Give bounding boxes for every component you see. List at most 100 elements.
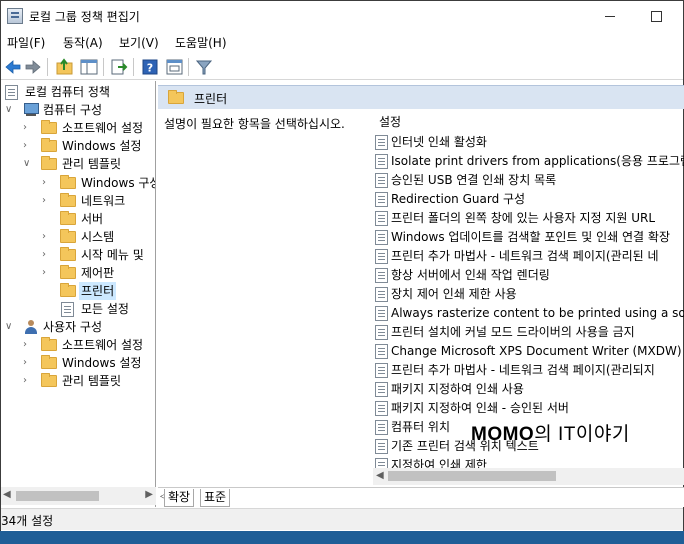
tree-label: 시작 메뉴 및 xyxy=(81,248,144,262)
list-item-text: 지정하여 인쇄 제한 xyxy=(391,458,487,468)
svg-text:?: ? xyxy=(147,62,153,75)
folder-icon xyxy=(60,247,76,261)
description-text: 설명이 필요한 항목을 선택하십시오. xyxy=(164,117,345,131)
folder-icon xyxy=(41,156,57,170)
tree-label: 모든 설정 xyxy=(81,302,129,316)
up-folder-icon[interactable] xyxy=(55,57,75,77)
list-item-text: 항상 서버에서 인쇄 작업 렌더링 xyxy=(391,268,550,282)
setting-doc-icon xyxy=(375,420,388,435)
chevron-right-icon[interactable]: › xyxy=(23,137,33,155)
chevron-right-icon[interactable]: › xyxy=(42,174,52,192)
scroll-thumb[interactable] xyxy=(388,471,556,481)
chevron-right-icon[interactable]: › xyxy=(23,119,33,137)
tree-label: 사용자 구성 xyxy=(43,320,103,334)
tree-label: 소프트웨어 설정 xyxy=(62,338,144,352)
window: 로컬 그룹 정책 편집기 파일(F) 동작(A) 보기(V) 도움말(H) ? xyxy=(0,0,684,544)
tree-horizontal-scrollbar[interactable]: ◀ ▶ xyxy=(1,487,156,505)
details-title: 프린터 xyxy=(194,92,228,106)
menu-view[interactable]: 보기(V) xyxy=(119,34,159,51)
setting-doc-icon xyxy=(375,135,388,150)
tree-label: 소프트웨어 설정 xyxy=(62,121,144,135)
tree-label: 네트워크 xyxy=(81,194,126,208)
list-item-text: Change Microsoft XPS Document Writer (MX… xyxy=(391,344,684,358)
tab-standard[interactable]: 표준 xyxy=(200,489,231,507)
folder-icon xyxy=(41,373,57,387)
list-item-text: 패키지 지정하여 인쇄 사용 xyxy=(391,382,524,396)
tree-label: 제어판 xyxy=(81,266,115,280)
forward-arrow-icon[interactable] xyxy=(23,57,43,77)
setting-doc-icon xyxy=(375,268,388,283)
taskbar xyxy=(0,531,684,544)
folder-icon xyxy=(60,193,76,207)
chevron-right-icon[interactable]: › xyxy=(23,336,33,354)
tree-label: Windows 구성 xyxy=(81,176,156,190)
folder-icon xyxy=(60,283,76,297)
export-list-icon[interactable] xyxy=(109,57,129,77)
folder-icon xyxy=(41,337,57,351)
chevron-right-icon[interactable]: › xyxy=(42,192,52,210)
show-hide-tree-icon[interactable] xyxy=(79,57,99,77)
setting-doc-icon xyxy=(375,211,388,226)
list-item-text: Redirection Guard 구성 xyxy=(391,192,526,206)
list-item-text: Isolate print drivers from applications(… xyxy=(391,154,684,168)
toolbar: ? xyxy=(1,54,683,80)
folder-icon xyxy=(60,265,76,279)
chevron-down-icon[interactable]: ∨ xyxy=(5,101,15,119)
tree-label: 컴퓨터 구성 xyxy=(43,103,103,117)
setting-doc-icon xyxy=(375,401,388,416)
properties-icon[interactable] xyxy=(164,57,184,77)
tree-label: 시스템 xyxy=(81,230,115,244)
list-item-text: 승인된 USB 연결 인쇄 장치 목록 xyxy=(391,173,557,187)
setting-doc-icon xyxy=(375,154,388,169)
tree-label: 프린터 xyxy=(79,282,117,300)
setting-doc-icon xyxy=(375,306,388,321)
setting-doc-icon xyxy=(375,382,388,397)
chevron-right-icon[interactable]: › xyxy=(42,228,52,246)
status-bar: 34개 설정 xyxy=(1,508,683,530)
folder-icon xyxy=(60,229,76,243)
column-header-setting[interactable]: 설정 xyxy=(379,113,401,130)
folder-icon xyxy=(168,90,184,104)
chevron-right-icon[interactable]: › xyxy=(23,372,33,390)
setting-doc-icon xyxy=(375,287,388,302)
menu-action[interactable]: 동작(A) xyxy=(63,34,103,51)
tree-label: 서버 xyxy=(81,212,104,226)
chevron-right-icon[interactable]: › xyxy=(42,246,52,264)
watermark-text: 의 IT이야기 xyxy=(534,424,630,445)
tree-label: 관리 템플릿 xyxy=(62,157,122,171)
folder-icon xyxy=(60,211,76,225)
list-item-text: 프린터 추가 마법사 - 네트워크 검색 페이지(관리되지 xyxy=(391,363,655,377)
list-item-text: 프린터 폴더의 왼쪽 창에 있는 사용자 지정 지원 URL xyxy=(391,211,656,225)
setting-doc-icon xyxy=(375,344,388,359)
list-item-text: 장치 제어 인쇄 제한 사용 xyxy=(391,287,517,301)
list-item-text: 프린터 설치에 커널 모드 드라이버의 사용을 금지 xyxy=(391,325,635,339)
tree-label: Windows 설정 xyxy=(62,139,142,153)
folder-icon xyxy=(60,175,76,189)
minimize-button[interactable] xyxy=(587,1,633,31)
scroll-right-icon[interactable]: ▶ xyxy=(145,489,153,500)
filter-icon[interactable] xyxy=(194,57,214,77)
help-icon[interactable]: ? xyxy=(140,57,160,77)
setting-doc-icon xyxy=(375,230,388,245)
chevron-right-icon[interactable]: › xyxy=(42,264,52,282)
window-title: 로컬 그룹 정책 편집기 xyxy=(29,10,140,24)
scroll-thumb[interactable] xyxy=(16,491,99,501)
menu-help[interactable]: 도움말(H) xyxy=(175,34,227,51)
folder-icon xyxy=(41,138,57,152)
menu-file[interactable]: 파일(F) xyxy=(7,34,45,51)
tab-extended[interactable]: 확장 xyxy=(164,489,195,507)
list-horizontal-scrollbar[interactable]: ◀ xyxy=(373,468,684,485)
scroll-left-icon[interactable]: ◀ xyxy=(376,470,384,481)
chevron-down-icon[interactable]: ∨ xyxy=(23,155,33,173)
list-item-text: 프린터 추가 마법사 - 네트워크 검색 페이지(관리된 네 xyxy=(391,249,659,263)
back-arrow-icon[interactable] xyxy=(3,57,23,77)
chevron-right-icon[interactable]: › xyxy=(23,354,33,372)
folder-icon xyxy=(41,120,57,134)
scroll-left-icon[interactable]: ◀ xyxy=(3,489,11,500)
chevron-down-icon[interactable]: ∨ xyxy=(5,318,15,336)
tree-pane: 로컬 컴퓨터 정책 ∨ 컴퓨터 구성 › 소프트웨어 설정 › Windows … xyxy=(1,81,156,507)
list-item-text: 컴퓨터 위치 xyxy=(391,420,451,434)
maximize-button[interactable] xyxy=(633,1,679,31)
setting-doc-icon xyxy=(375,249,388,264)
setting-doc-icon xyxy=(375,325,388,340)
